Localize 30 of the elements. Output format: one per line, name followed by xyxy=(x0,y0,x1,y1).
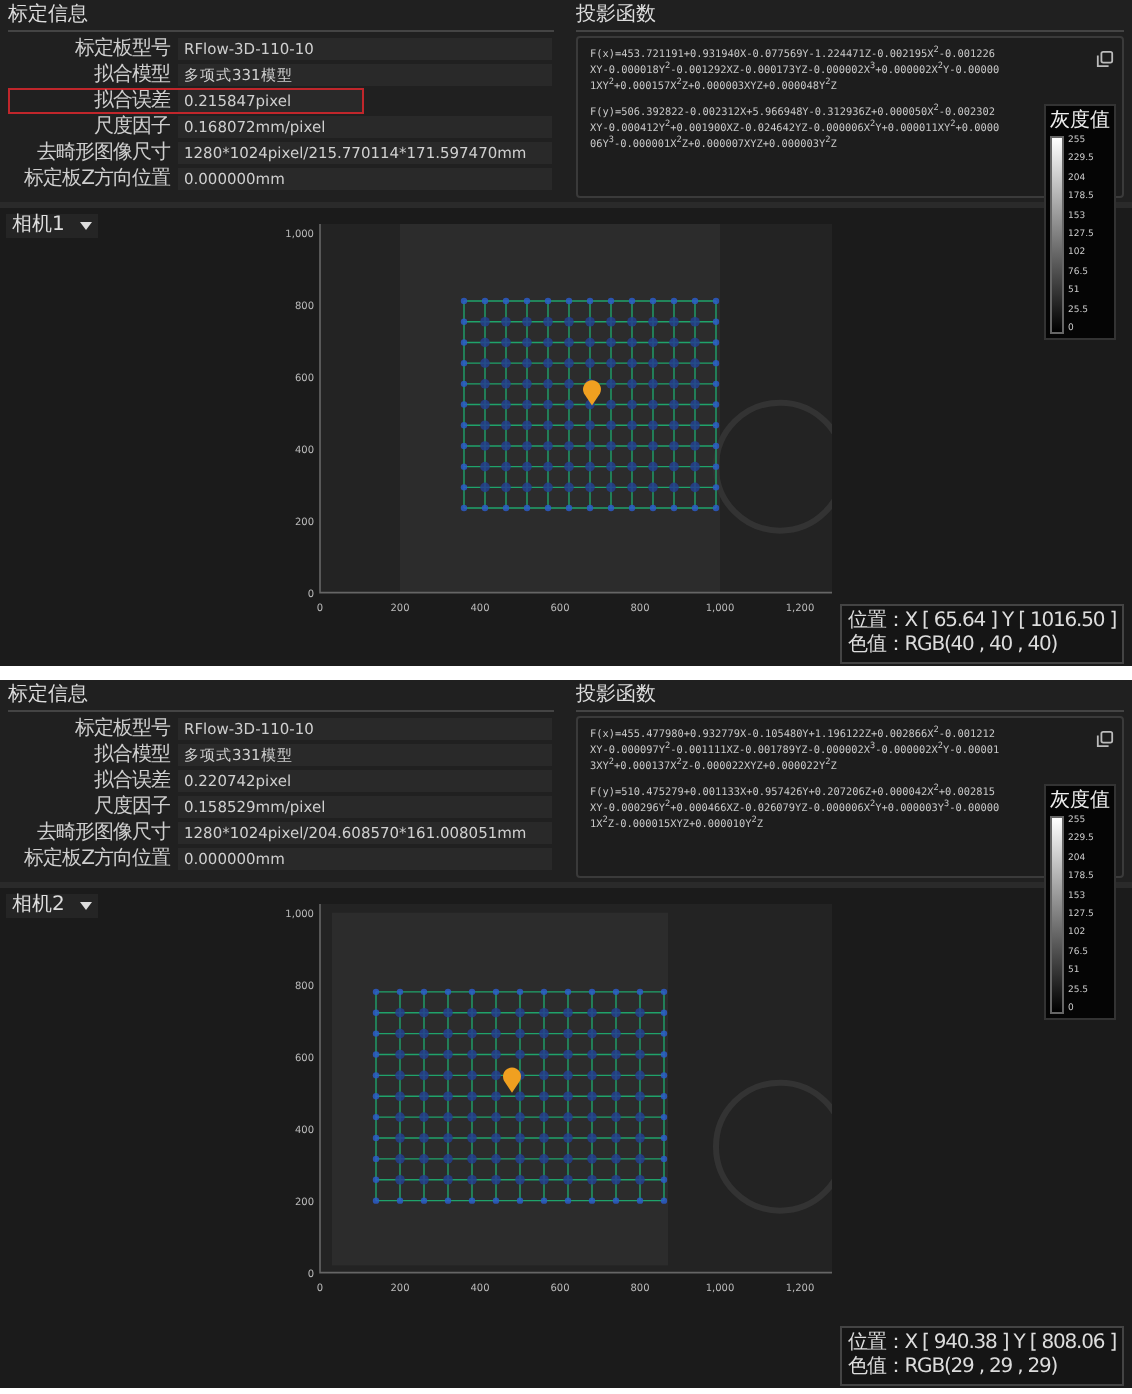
copy-icon[interactable] xyxy=(1096,730,1114,748)
pin-icon xyxy=(503,1067,521,1093)
section-title: 投影函数 xyxy=(576,684,1124,712)
legend-title: 灰度值 xyxy=(1050,790,1110,812)
camera-dropdown[interactable]: 相机2 xyxy=(6,894,98,918)
section-title: 标定信息 xyxy=(8,4,554,32)
position-text: 位置：X [ 65.64 ] Y [ 1016.50 ] xyxy=(848,610,1116,634)
color-value-text: 色值：RGB(29 , 29 , 29) xyxy=(848,1356,1060,1380)
field-label: 拟合模型 xyxy=(92,64,170,86)
field-label: 标定板Z方向位置 xyxy=(22,848,170,870)
field-label: 拟合误差 xyxy=(92,770,170,792)
section-title: 投影函数 xyxy=(576,4,1124,32)
field-label: 去畸形图像尺寸 xyxy=(35,142,170,164)
pin-icon xyxy=(583,380,601,406)
caret-icon xyxy=(80,222,92,230)
field-label: 标定板型号 xyxy=(73,38,170,60)
section-title: 标定信息 xyxy=(8,684,554,712)
field-label: 标定板Z方向位置 xyxy=(22,168,170,190)
copy-icon[interactable] xyxy=(1096,50,1114,68)
field-label: 去畸形图像尺寸 xyxy=(35,822,170,844)
color-value-text: 色值：RGB(40 , 40 , 40) xyxy=(848,634,1060,658)
field-label: 标定板型号 xyxy=(73,718,170,740)
camera-dropdown[interactable]: 相机1 xyxy=(6,214,98,238)
legend-title: 灰度值 xyxy=(1050,110,1110,132)
field-label: 尺度因子 xyxy=(92,796,170,818)
caret-icon xyxy=(80,902,92,910)
field-label: 尺度因子 xyxy=(92,116,170,138)
position-text: 位置：X [ 940.38 ] Y [ 808.06 ] xyxy=(848,1332,1116,1356)
field-label: 拟合模型 xyxy=(92,744,170,766)
field-label: 拟合误差 xyxy=(92,90,170,112)
